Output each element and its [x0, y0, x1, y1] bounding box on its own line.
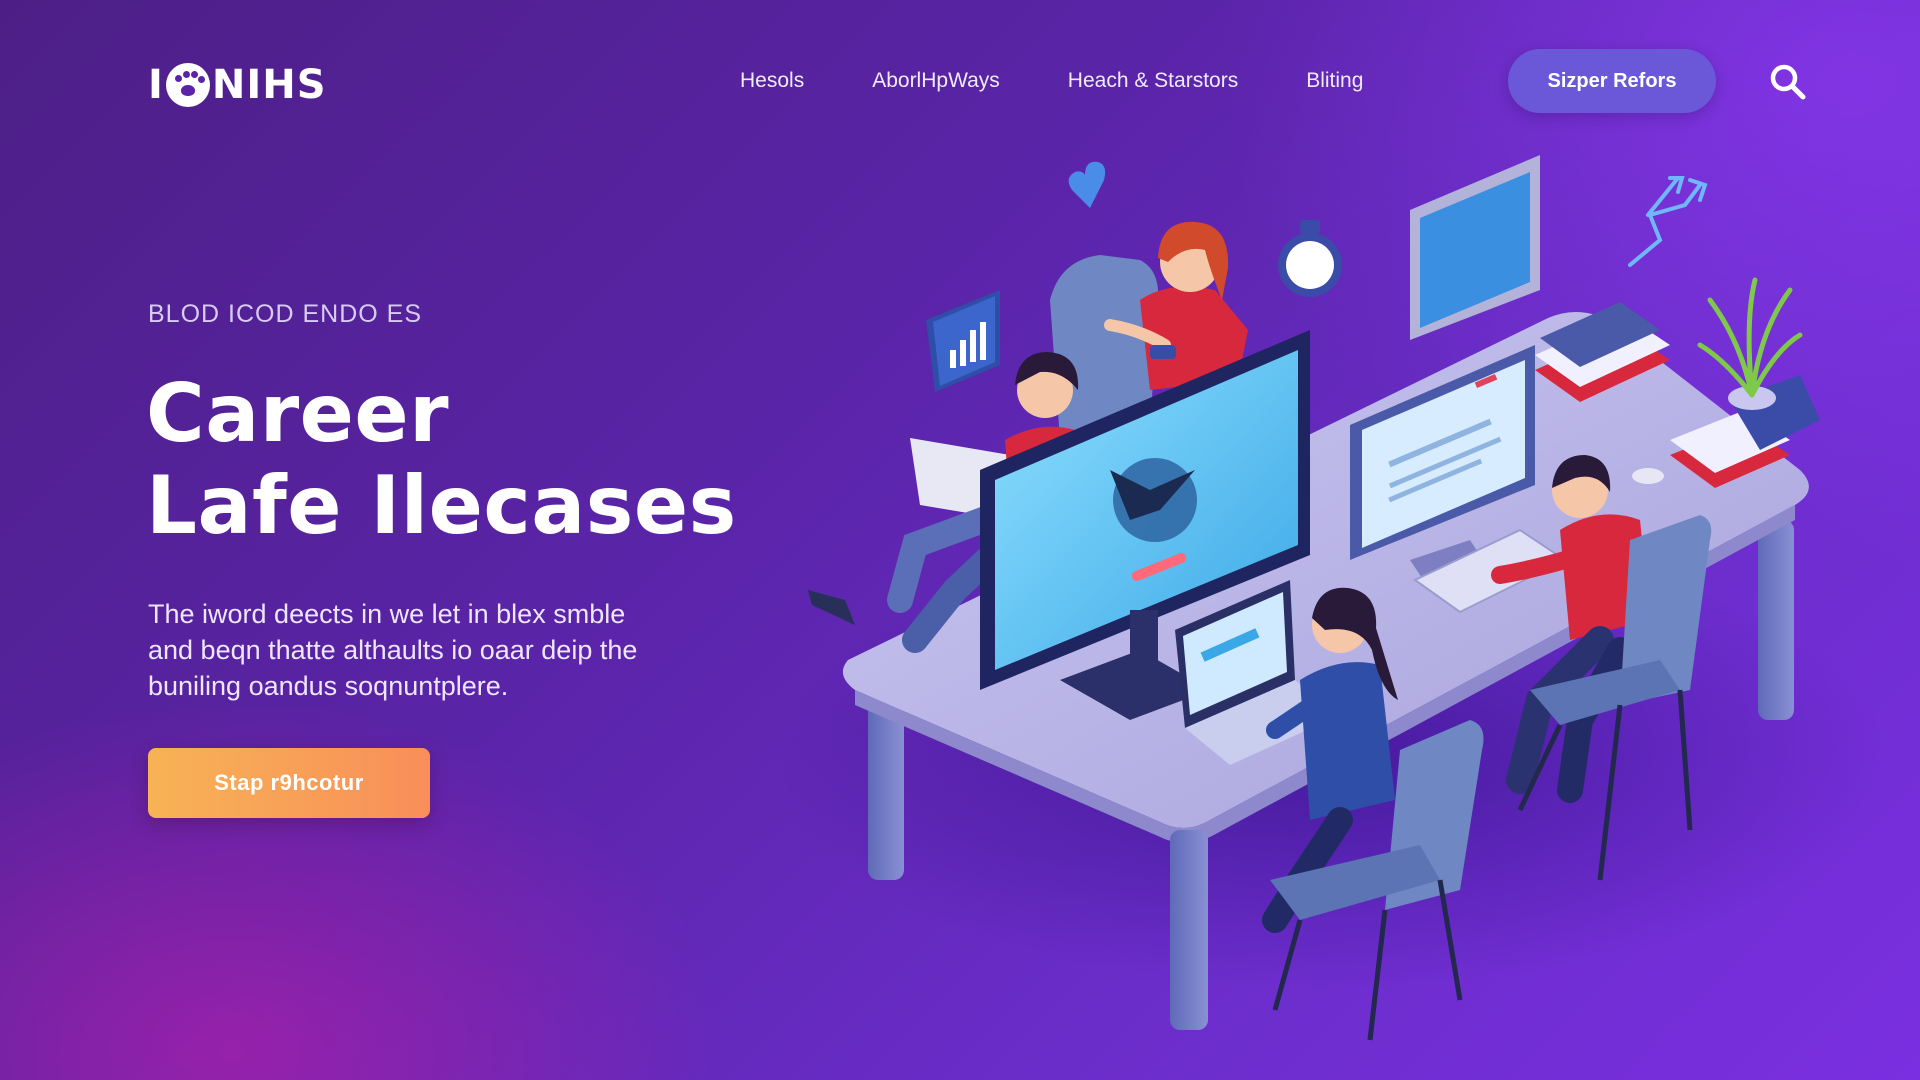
- hero-cta-button[interactable]: Stap r9hcotur: [148, 748, 430, 818]
- desk-leg: [1758, 520, 1794, 720]
- nav-link-heach-starstors[interactable]: Heach & Starstors: [1068, 69, 1238, 93]
- hero-description-line-2: and beqn thatte althaults io oaar deip t…: [148, 635, 638, 665]
- search-button[interactable]: [1768, 62, 1808, 102]
- hero-description-line-3: buniling oandus soqnuntplere.: [148, 671, 509, 701]
- mouse: [1632, 468, 1664, 484]
- search-icon: [1770, 64, 1806, 100]
- hero-title-line-1: Career: [146, 367, 450, 460]
- tablet-device: [1410, 155, 1540, 340]
- office-illustration: [780, 155, 1890, 1041]
- heart-icon: [1068, 161, 1106, 208]
- nav-link-bliting[interactable]: Bliting: [1306, 69, 1363, 93]
- trend-arrow-icon: [1628, 176, 1708, 267]
- hero-eyebrow: BLOD ICOD ENDO ES: [148, 300, 422, 328]
- logo-text-left: I: [148, 62, 164, 108]
- nav-link-hesols[interactable]: Hesols: [740, 69, 804, 93]
- logo-text-right: NIHS: [211, 62, 327, 108]
- hero-title-line-2: Lafe Ilecases: [146, 459, 737, 552]
- main-nav: Hesols AborlHpWays Heach & Starstors Bli…: [740, 50, 1431, 112]
- nav-link-aborlhpways[interactable]: AborlHpWays: [872, 69, 1000, 93]
- hero-description: The iword deects in we let in blex smble…: [148, 596, 748, 704]
- header-cta-button[interactable]: Sizper Refors: [1508, 49, 1716, 113]
- stopwatch-icon: [1278, 220, 1342, 297]
- desk-leg: [1170, 830, 1208, 1030]
- hero-title: Career Lafe Ilecases: [146, 368, 806, 552]
- paw-logo-icon: [165, 63, 210, 107]
- logo[interactable]: I NIHS: [148, 62, 327, 108]
- bar-chart-bubble-icon: [926, 290, 1000, 392]
- hero-description-line-1: The iword deects in we let in blex smble: [148, 599, 626, 629]
